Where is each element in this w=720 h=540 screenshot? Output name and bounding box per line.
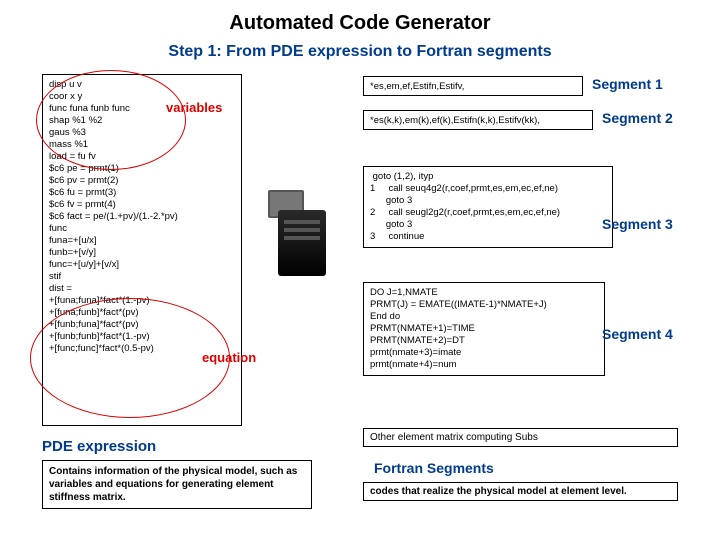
diagram-stage: disp u v coor x y func funa funb func sh… <box>0 70 720 540</box>
equation-label: equation <box>202 350 256 365</box>
other-subs-box: Other element matrix computing Subs <box>363 428 678 447</box>
page-title: Automated Code Generator <box>0 0 720 35</box>
fortran-segments-title: Fortran Segments <box>374 460 494 476</box>
step-subtitle: Step 1: From PDE expression to Fortran s… <box>0 35 720 61</box>
computer-icon <box>268 190 338 280</box>
segment-2-label: Segment 2 <box>602 110 673 126</box>
segment-3-label: Segment 3 <box>602 216 673 232</box>
pde-expression-title: PDE expression <box>42 438 156 455</box>
pde-code-box: disp u v coor x y func funa funb func sh… <box>42 74 242 426</box>
segment-4-label: Segment 4 <box>602 326 673 342</box>
fortran-segments-desc: codes that realize the physical model at… <box>363 482 678 501</box>
pde-expression-desc: Contains information of the physical mod… <box>42 460 312 509</box>
segment-1-box: *es,em,ef,Estifn,Estifv, <box>363 76 583 96</box>
variables-label: variables <box>166 100 222 115</box>
segment-1-label: Segment 1 <box>592 76 663 92</box>
segment-2-box: *es(k,k),em(k),ef(k),Estifn(k,k),Estifv(… <box>363 110 593 130</box>
segment-3-box: goto (1,2), ityp 1 call seuq4g2(r,coef,p… <box>363 166 613 248</box>
segment-4-box: DO J=1,NMATE PRMT(J) = EMATE((IMATE-1)*N… <box>363 282 605 376</box>
